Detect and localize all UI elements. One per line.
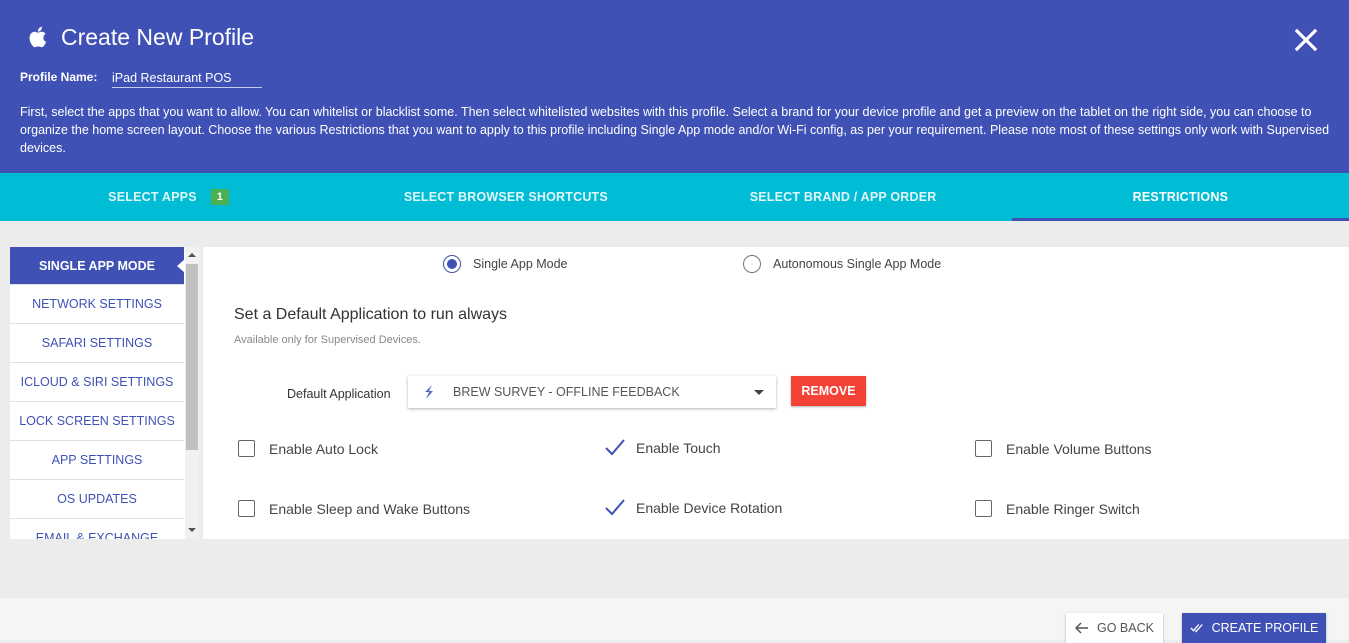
tab-select-brand-app-order[interactable]: SELECT BRAND / APP ORDER	[675, 173, 1012, 221]
profile-name-input[interactable]	[112, 68, 262, 88]
checkbox-label: Enable Touch	[636, 440, 721, 456]
sidebar-item-icloud-siri-settings[interactable]: ICLOUD & SIRI SETTINGS	[10, 363, 184, 402]
scrollbar-thumb[interactable]	[186, 264, 198, 450]
close-icon[interactable]	[1293, 27, 1319, 53]
step-tabs: SELECT APPS 1 SELECT BROWSER SHORTCUTS S…	[0, 173, 1349, 221]
default-application-label: Default Application	[287, 387, 391, 401]
tab-label: SELECT BRAND / APP ORDER	[749, 190, 937, 204]
section-title: Set a Default Application to run always	[234, 306, 508, 323]
create-profile-button[interactable]: CREATE PROFILE	[1182, 613, 1326, 643]
tab-label: SELECT APPS	[108, 190, 197, 204]
checkbox-label: Enable Sleep and Wake Buttons	[269, 500, 471, 517]
go-back-button[interactable]: GO BACK	[1066, 613, 1163, 643]
checkbox-label: Enable Ringer Switch	[1006, 500, 1140, 517]
checkmark-icon	[605, 499, 625, 516]
dialog-footer: GO BACK CREATE PROFILE	[0, 598, 1349, 643]
chevron-down-icon	[754, 389, 764, 395]
tab-select-browser-shortcuts[interactable]: SELECT BROWSER SHORTCUTS	[337, 173, 674, 221]
radio-unselected-icon	[743, 255, 761, 273]
sidebar-item-email-exchange[interactable]: EMAIL & EXCHANGE	[10, 519, 184, 539]
checkbox-enable-auto-lock[interactable]: Enable Auto Lock	[238, 440, 378, 457]
checkbox-enable-volume-buttons[interactable]: Enable Volume Buttons	[975, 440, 1152, 457]
scroll-up-arrow-icon[interactable]	[188, 253, 196, 257]
radio-selected-icon	[443, 255, 461, 273]
checkbox-unchecked-icon	[975, 500, 992, 517]
radio-autonomous-single-app-mode[interactable]: Autonomous Single App Mode	[743, 255, 941, 273]
sidebar-item-app-settings[interactable]: APP SETTINGS	[10, 441, 184, 480]
checkbox-unchecked-icon	[238, 440, 255, 457]
apps-count-badge: 1	[210, 189, 230, 205]
sidebar-scrollbar[interactable]	[185, 247, 199, 539]
selected-app-text: BREW SURVEY - OFFLINE FEEDBACK	[453, 385, 680, 399]
checkbox-enable-device-rotation[interactable]: Enable Device Rotation	[605, 498, 783, 518]
sidebar-item-single-app-mode[interactable]: SINGLE APP MODE	[10, 247, 185, 285]
checkbox-unchecked-icon	[238, 500, 255, 517]
checkbox-label: Enable Auto Lock	[269, 440, 378, 457]
sidebar-item-safari-settings[interactable]: SAFARI SETTINGS	[10, 324, 184, 363]
double-check-icon	[1190, 624, 1203, 633]
profile-name-label: Profile Name:	[20, 70, 98, 84]
create-profile-label: CREATE PROFILE	[1211, 621, 1319, 635]
radio-single-app-mode[interactable]: Single App Mode	[443, 255, 568, 273]
apple-icon	[29, 26, 47, 48]
instructions-text: First, select the apps that you want to …	[20, 105, 1330, 155]
sidebar-item-network-settings[interactable]: NETWORK SETTINGS	[10, 285, 184, 324]
checkbox-enable-ringer-switch[interactable]: Enable Ringer Switch	[975, 500, 1140, 517]
checkbox-enable-touch[interactable]: Enable Touch	[605, 438, 721, 458]
checkbox-label: Enable Volume Buttons	[1006, 440, 1152, 457]
dialog-header: Create New Profile Profile Name: First, …	[0, 0, 1349, 173]
single-app-mode-panel: Single App Mode Autonomous Single App Mo…	[203, 247, 1349, 539]
sidebar-item-lock-screen-settings[interactable]: LOCK SCREEN SETTINGS	[10, 402, 184, 441]
go-back-label: GO BACK	[1097, 621, 1154, 635]
brew-survey-app-icon	[425, 385, 433, 399]
tab-label: RESTRICTIONS	[1132, 190, 1229, 204]
tab-select-apps[interactable]: SELECT APPS 1	[0, 173, 337, 221]
sidebar-item-os-updates[interactable]: OS UPDATES	[10, 480, 184, 519]
checkbox-enable-sleep-wake-buttons[interactable]: Enable Sleep and Wake Buttons	[238, 500, 470, 517]
default-application-select[interactable]: BREW SURVEY - OFFLINE FEEDBACK	[408, 376, 776, 408]
checkbox-label: Enable Device Rotation	[636, 500, 783, 516]
dialog-title: Create New Profile	[61, 24, 255, 50]
tab-label: SELECT BROWSER SHORTCUTS	[403, 190, 608, 204]
checkbox-unchecked-icon	[975, 440, 992, 457]
section-subtitle: Available only for Supervised Devices.	[234, 334, 421, 346]
radio-label: Autonomous Single App Mode	[773, 257, 942, 271]
checkmark-icon	[605, 439, 625, 456]
radio-label: Single App Mode	[473, 257, 568, 271]
tab-restrictions[interactable]: RESTRICTIONS	[1011, 173, 1349, 221]
restrictions-sidebar: SINGLE APP MODE NETWORK SETTINGS SAFARI …	[10, 247, 199, 539]
remove-button[interactable]: REMOVE	[791, 376, 866, 406]
arrow-left-icon	[1075, 622, 1089, 634]
scroll-down-arrow-icon[interactable]	[188, 528, 196, 532]
